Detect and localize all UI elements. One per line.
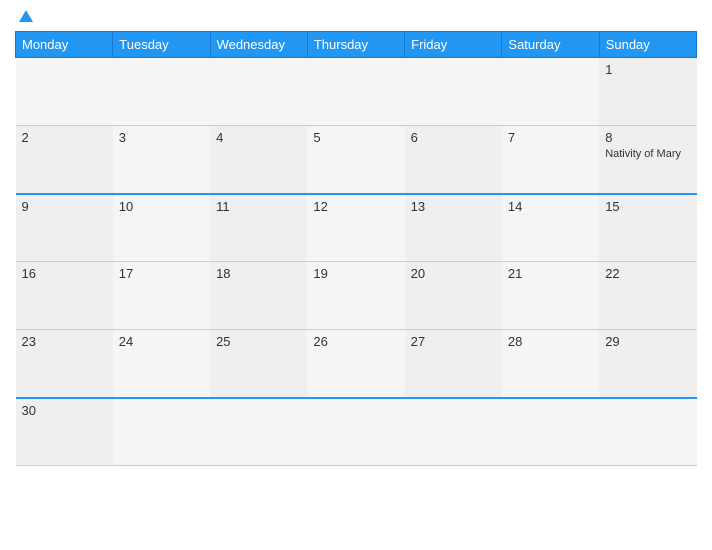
day-cell: 1	[599, 58, 696, 126]
event-text: Nativity of Mary	[605, 148, 681, 160]
day-cell: 9	[16, 194, 113, 262]
header	[15, 10, 697, 23]
day-cell: 26	[307, 330, 404, 398]
day-number: 23	[22, 334, 107, 349]
day-header-sunday: Sunday	[599, 32, 696, 58]
day-cell: 30	[16, 398, 113, 466]
day-number: 24	[119, 334, 204, 349]
day-number: 2	[22, 130, 107, 145]
day-cell: 17	[113, 262, 210, 330]
week-row-0: 1	[16, 58, 697, 126]
week-row-5: 30	[16, 398, 697, 466]
day-cell: 13	[405, 194, 502, 262]
day-cell: 20	[405, 262, 502, 330]
day-cell	[599, 398, 696, 466]
day-number: 21	[508, 266, 593, 281]
calendar-page: MondayTuesdayWednesdayThursdayFridaySatu…	[0, 0, 712, 550]
logo	[15, 10, 33, 23]
day-number: 13	[411, 199, 496, 214]
day-cell: 29	[599, 330, 696, 398]
day-number: 29	[605, 334, 690, 349]
day-cell: 28	[502, 330, 599, 398]
day-cell: 3	[113, 126, 210, 194]
day-header-monday: Monday	[16, 32, 113, 58]
day-number: 16	[22, 266, 107, 281]
week-row-3: 16 17 18 19 20 21 22	[16, 262, 697, 330]
day-cell: 27	[405, 330, 502, 398]
day-cell	[16, 58, 113, 126]
logo-triangle-icon	[19, 10, 33, 22]
day-cell	[307, 398, 404, 466]
day-number: 15	[605, 199, 690, 214]
day-cell: 18	[210, 262, 307, 330]
day-cell: 2	[16, 126, 113, 194]
day-number: 10	[119, 199, 204, 214]
day-number: 30	[22, 403, 107, 418]
week-row-2: 9 10 11 12 13 14 15	[16, 194, 697, 262]
calendar-table: MondayTuesdayWednesdayThursdayFridaySatu…	[15, 31, 697, 466]
day-number: 8	[605, 130, 690, 145]
day-cell: 7	[502, 126, 599, 194]
day-cell: 5	[307, 126, 404, 194]
day-cell: 4	[210, 126, 307, 194]
day-cell	[307, 58, 404, 126]
day-cell: 8 Nativity of Mary	[599, 126, 696, 194]
day-header-saturday: Saturday	[502, 32, 599, 58]
day-number: 14	[508, 199, 593, 214]
day-cell: 22	[599, 262, 696, 330]
calendar-header: MondayTuesdayWednesdayThursdayFridaySatu…	[16, 32, 697, 58]
day-cell: 21	[502, 262, 599, 330]
day-cell: 6	[405, 126, 502, 194]
day-number: 18	[216, 266, 301, 281]
day-cell: 10	[113, 194, 210, 262]
day-cell: 16	[16, 262, 113, 330]
day-header-wednesday: Wednesday	[210, 32, 307, 58]
days-header-row: MondayTuesdayWednesdayThursdayFridaySatu…	[16, 32, 697, 58]
day-number: 17	[119, 266, 204, 281]
day-number: 20	[411, 266, 496, 281]
day-cell: 24	[113, 330, 210, 398]
day-cell	[113, 398, 210, 466]
day-cell: 25	[210, 330, 307, 398]
day-header-tuesday: Tuesday	[113, 32, 210, 58]
day-cell: 23	[16, 330, 113, 398]
day-number: 19	[313, 266, 398, 281]
day-cell	[405, 58, 502, 126]
day-cell: 11	[210, 194, 307, 262]
day-number: 9	[22, 199, 107, 214]
day-number: 27	[411, 334, 496, 349]
day-cell	[210, 58, 307, 126]
day-cell	[210, 398, 307, 466]
day-number: 25	[216, 334, 301, 349]
day-cell	[502, 58, 599, 126]
day-header-friday: Friday	[405, 32, 502, 58]
day-cell: 15	[599, 194, 696, 262]
week-row-4: 23 24 25 26 27 28 29	[16, 330, 697, 398]
day-number: 3	[119, 130, 204, 145]
day-number: 7	[508, 130, 593, 145]
day-cell	[113, 58, 210, 126]
day-cell: 14	[502, 194, 599, 262]
day-cell: 19	[307, 262, 404, 330]
day-number: 28	[508, 334, 593, 349]
day-number: 11	[216, 199, 301, 214]
week-row-1: 2345678 Nativity of Mary	[16, 126, 697, 194]
calendar-body: 12345678Nativity of Mary9101112131415161…	[16, 58, 697, 466]
day-header-thursday: Thursday	[307, 32, 404, 58]
day-cell: 12	[307, 194, 404, 262]
day-cell	[405, 398, 502, 466]
day-number: 6	[411, 130, 496, 145]
day-number: 12	[313, 199, 398, 214]
day-number: 22	[605, 266, 690, 281]
day-number: 4	[216, 130, 301, 145]
day-number: 5	[313, 130, 398, 145]
day-number: 1	[605, 62, 690, 77]
day-number: 26	[313, 334, 398, 349]
day-cell	[502, 398, 599, 466]
